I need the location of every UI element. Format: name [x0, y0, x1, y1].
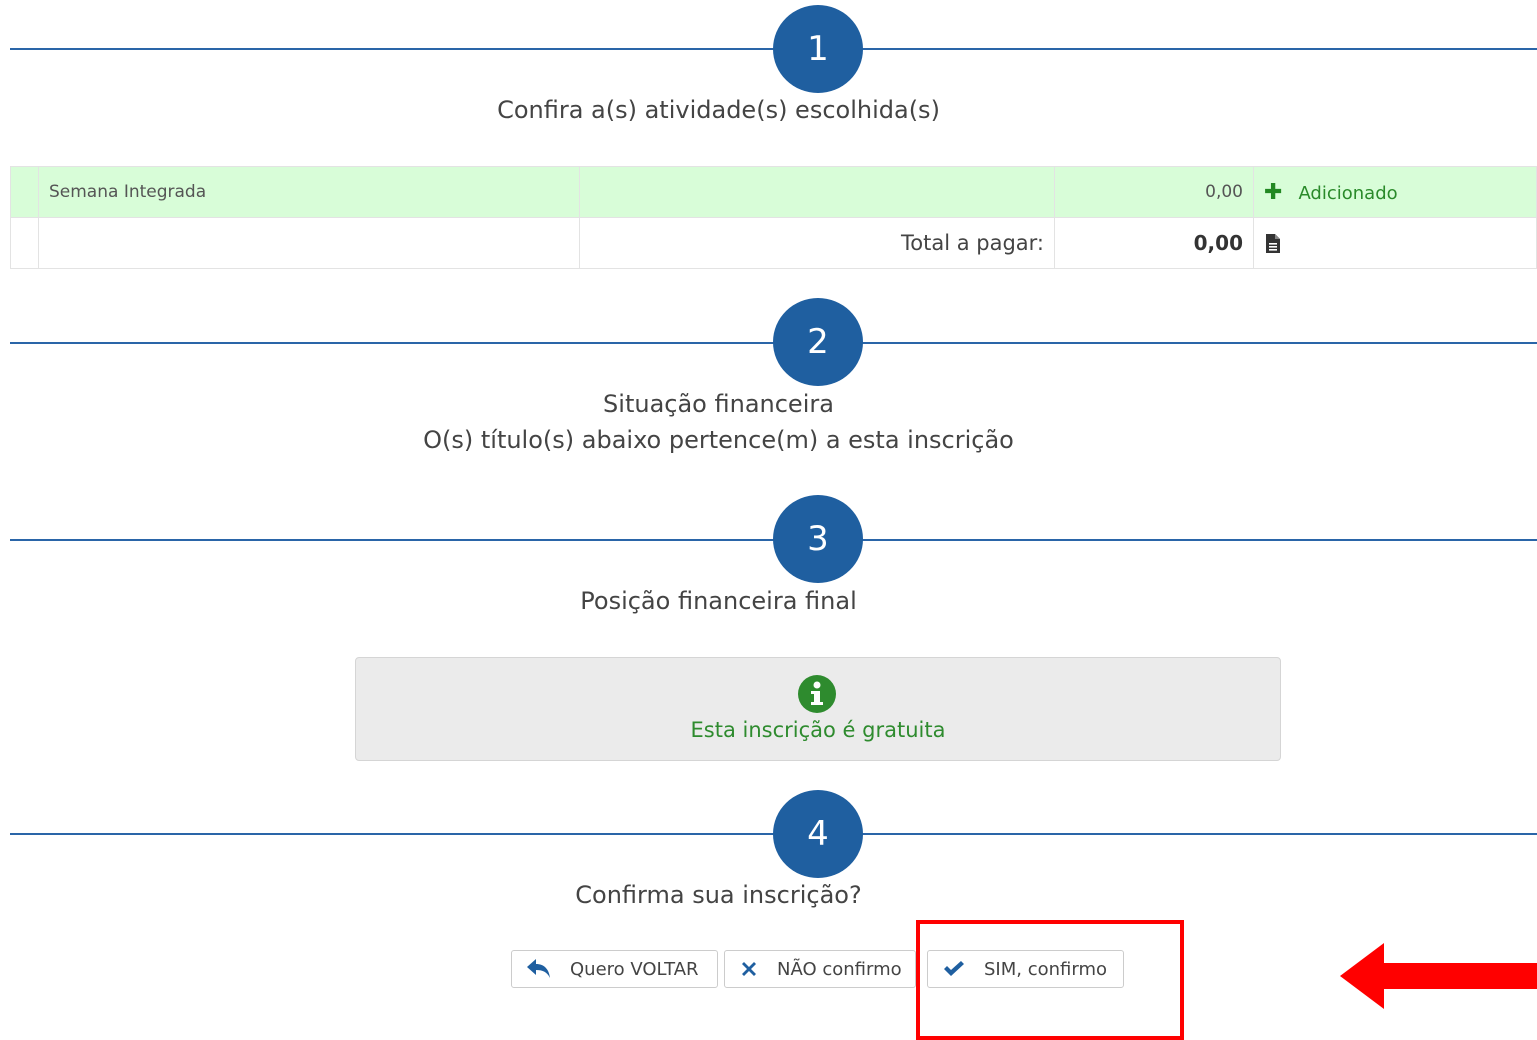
- plus-icon: ✚: [1264, 179, 1283, 205]
- step-3-badge: 3: [773, 495, 863, 583]
- info-box: Esta inscrição é gratuita: [355, 657, 1281, 761]
- left-arrow-annotation-icon: [1340, 943, 1537, 1009]
- decline-button-label: NÃO confirmo: [777, 958, 902, 980]
- step-2-subtitle: O(s) título(s) abaixo pertence(m) a esta…: [423, 426, 1014, 454]
- reply-arrow-icon: [527, 959, 550, 978]
- activities-table: Semana Integrada 0,00 ✚ Adicionado Total …: [10, 166, 1537, 269]
- step-1-title: Confira a(s) atividade(s) escolhida(s): [497, 96, 940, 124]
- activity-status: Adicionado: [1298, 182, 1398, 204]
- info-circle-icon: [798, 675, 836, 713]
- step-4-title: Confirma sua inscrição?: [575, 881, 862, 909]
- step-2-badge: 2: [773, 298, 863, 386]
- highlight-box: [916, 920, 1184, 1040]
- table-row: Semana Integrada 0,00 ✚ Adicionado: [10, 166, 1537, 218]
- total-label: Total a pagar:: [900, 231, 1044, 255]
- step-4-badge: 4: [773, 790, 863, 878]
- decline-button[interactable]: NÃO confirmo: [724, 950, 916, 988]
- step-1-badge: 1: [773, 5, 863, 93]
- back-button-label: Quero VOLTAR: [570, 958, 699, 980]
- activity-value: 0,00: [1054, 166, 1254, 218]
- step-3-title: Posição financeira final: [580, 587, 857, 615]
- total-value: 0,00: [1193, 231, 1243, 255]
- back-button[interactable]: Quero VOLTAR: [511, 950, 718, 988]
- table-total-row: Total a pagar: 0,00: [10, 217, 1537, 269]
- x-icon: [742, 962, 756, 976]
- document-icon[interactable]: [1266, 233, 1280, 253]
- info-message: Esta inscrição é gratuita: [690, 718, 946, 742]
- activity-name: Semana Integrada: [38, 166, 580, 218]
- step-2-title: Situação financeira: [603, 390, 834, 418]
